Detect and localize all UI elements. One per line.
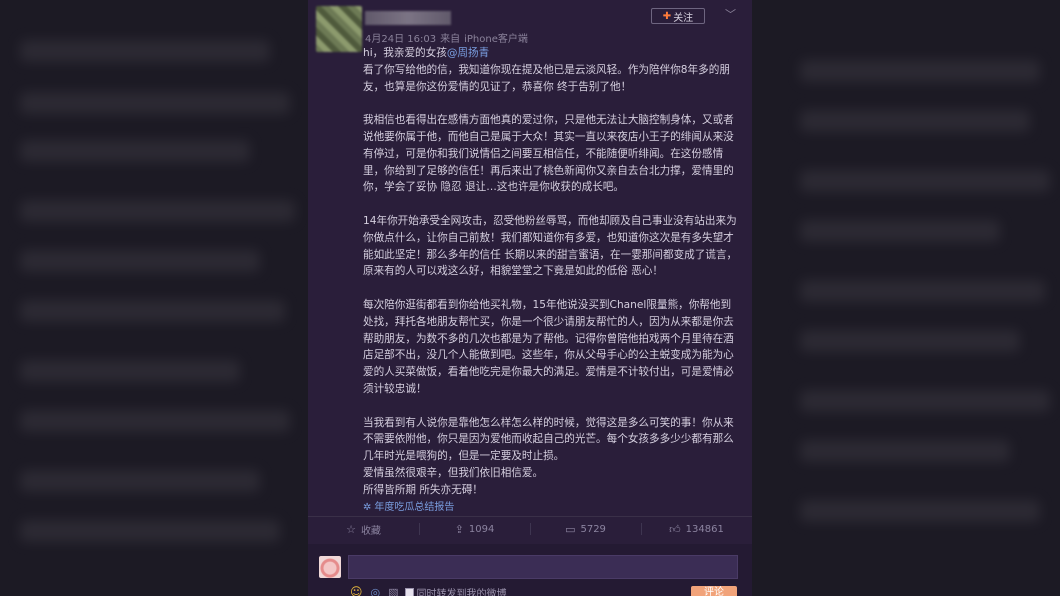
paragraph-2: 我相信也看得出在感情方面他真的爱过你，只是他无法让大脑控制身体，又或者说他要你属… — [363, 114, 734, 194]
post-source-prefix: 来自 — [440, 34, 461, 45]
like-button[interactable]: 👍︎ 134861 — [641, 517, 752, 541]
current-user-avatar — [319, 556, 341, 578]
sync-repost-checkbox[interactable] — [404, 587, 414, 596]
greeting-line: hi，我亲爱的女孩@周扬青 — [363, 45, 741, 62]
emoji-icon[interactable]: ☺ — [350, 585, 363, 596]
action-bar: ☆ 收藏 ⇪ 1094 ▭ 5729 👍︎ 134861 — [308, 517, 752, 541]
comment-button[interactable]: ▭ 5729 — [530, 517, 641, 541]
plus-icon: ✚ — [662, 10, 672, 22]
comment-tools: ☺ ◎ ▧ 同时转发到我的微博 — [350, 585, 507, 596]
comment-count: 5729 — [580, 523, 606, 535]
star-outline-icon: ☆ — [346, 522, 356, 536]
comment-icon: ▭ — [565, 522, 576, 536]
post-meta: 4月24日 16:03 来自 iPhone客户端 — [365, 30, 532, 45]
greeting-text: hi，我亲爱的女孩 — [363, 47, 447, 59]
sparkle-icon: ✲ — [363, 501, 372, 513]
image-icon[interactable]: ▧ — [388, 586, 398, 596]
favorite-button[interactable]: ☆ 收藏 — [308, 517, 419, 541]
post-header: 4月24日 16:03 来自 iPhone客户端 ✚ 关注 ﹀ — [308, 0, 752, 52]
author-avatar[interactable] — [316, 6, 362, 52]
repost-count: 1094 — [468, 523, 495, 535]
paragraph-5: 当我看到有人说你是靠他怎么样怎么样的时候，觉得这是多么可笑的事！你从来不需要依附… — [363, 416, 734, 463]
weibo-post-card: 4月24日 16:03 来自 iPhone客户端 ✚ 关注 ﹀ hi，我亲爱的女孩@… — [308, 0, 752, 596]
report-link-text: 年度吃瓜总结报告 — [374, 501, 455, 513]
sync-repost-label: 同时转发到我的微博 — [416, 588, 507, 596]
paragraph-4: 每次陪你逛街都看到你给他买礼物，15年他说没买到Chanel限量熊，你帮他到处找… — [363, 298, 734, 395]
paragraph-1: 看了你写给他的信，我知道你现在提及他已是云淡风轻。作为陪伴你8年多的朋友，也算是… — [363, 63, 730, 93]
at-icon[interactable]: ◎ — [371, 586, 381, 596]
paragraph-3: 14年你开始承受全网攻击，忍受他粉丝辱骂，而他却顾及自己事业没有站出来为你做点什… — [363, 214, 738, 278]
author-name-blurred[interactable] — [365, 11, 451, 25]
follow-label: 关注 — [673, 12, 694, 24]
comment-input[interactable] — [348, 555, 738, 579]
favorite-label: 收藏 — [360, 525, 381, 537]
chevron-down-icon[interactable]: ﹀ — [725, 6, 736, 22]
repost-button[interactable]: ⇪ 1094 — [419, 517, 530, 541]
closing-line-1: 爱情虽然很艰辛，但我们依旧相信爱。 — [363, 466, 544, 479]
submit-comment-button[interactable]: 评论 — [691, 586, 737, 596]
thumbs-up-icon: 👍︎ — [669, 522, 681, 536]
like-count: 134861 — [685, 523, 724, 535]
post-content: hi，我亲爱的女孩@周扬青 看了你写给他的信，我知道你现在提及他已是云淡风轻。作… — [363, 45, 741, 516]
mention-link[interactable]: @周扬青 — [447, 47, 489, 59]
closing-line-2: 所得皆所期 所失亦无碍！ — [363, 483, 483, 496]
report-link[interactable]: ✲ 年度吃瓜总结报告 — [363, 500, 741, 516]
follow-button[interactable]: ✚ 关注 — [651, 8, 705, 24]
post-source[interactable]: iPhone客户端 — [464, 34, 528, 45]
comment-area: ☺ ◎ ▧ 同时转发到我的微博 评论 — [308, 544, 752, 596]
repost-icon: ⇪ — [454, 522, 464, 536]
post-timestamp[interactable]: 4月24日 16:03 — [365, 34, 436, 45]
